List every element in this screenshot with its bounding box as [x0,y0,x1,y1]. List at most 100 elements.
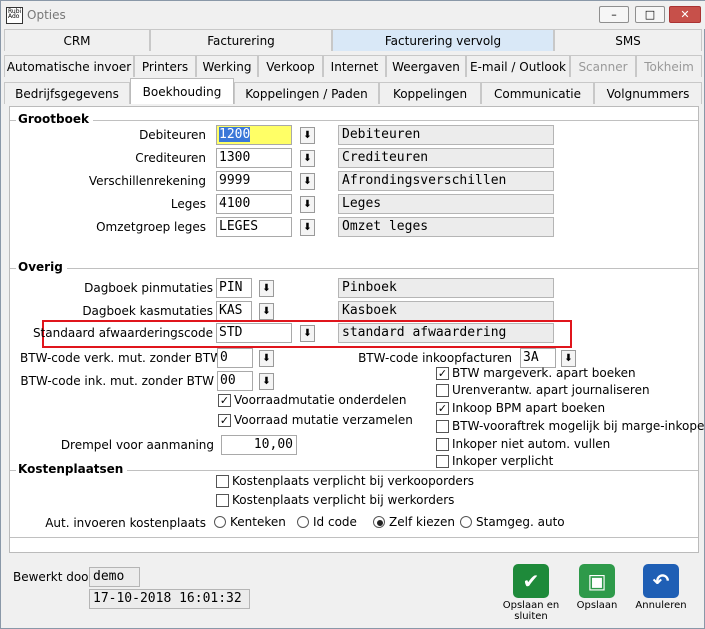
btw-margeverk-label: BTW margeverk. apart boeken [452,366,636,380]
label-dagboek-kasmutaties: Dagboek kasmutaties [82,304,213,318]
radio-id-code[interactable] [297,516,309,528]
btw-inkoop-dropdown-icon[interactable]: ⬇ [561,350,576,367]
kostenplaats-verkooporders-checkbox[interactable] [216,475,229,488]
afwaarderingscode-input[interactable]: STD [216,323,292,343]
debiteuren-code-value: 1200 [219,127,251,142]
cancel-label: Annuleren [635,600,687,611]
dagboek-kas-lookup-icon[interactable]: ⬇ [259,303,274,320]
tab-volgnummers[interactable]: Volgnummers [594,82,702,104]
leges-description: Leges [338,194,554,214]
btw-verk-dropdown-icon[interactable]: ⬇ [259,350,274,367]
boekhouding-panel: Grootboek Debiteuren 1200 ⬇ Debiteuren C… [9,106,705,553]
crediteuren-description: Crediteuren [338,148,554,168]
label-crediteuren: Crediteuren [135,151,206,165]
radio-kenteken-label: Kenteken [230,515,286,529]
tab-verkoop[interactable]: Verkoop [258,55,323,77]
crediteuren-lookup-icon[interactable]: ⬇ [300,150,315,167]
urenverantw-label: Urenverantw. apart journaliseren [452,383,650,397]
app-icon: Rubi Ado [6,7,23,24]
radio-stamgeg-auto-label: Stamgeg. auto [476,515,565,529]
dagboek-pin-description: Pinboek [338,278,554,298]
crediteuren-code-input[interactable]: 1300 [216,148,292,168]
tab-email-outlook[interactable]: E-mail / Outlook [466,55,570,77]
debiteuren-lookup-icon[interactable]: ⬇ [300,127,315,144]
radio-kenteken[interactable] [214,516,226,528]
btw-vooraftrek-checkbox[interactable] [436,420,449,433]
radio-zelf-kiezen[interactable] [373,516,385,528]
radio-stamgeg-auto[interactable] [460,516,472,528]
inkoop-bpm-checkbox[interactable]: ✓ [436,402,449,415]
label-drempel: Drempel voor aanmaning [60,438,214,452]
afwaarderingscode-description: standard afwaardering [338,323,554,343]
btw-vooraftrek-label: BTW-vooraftrek mogelijk bij marge-inkope… [452,419,705,433]
tab-werking[interactable]: Werking [196,55,258,77]
maximize-button[interactable]: □ [635,6,665,23]
label-verschillenrekening: Verschillenrekening [88,174,206,188]
close-button[interactable]: ✕ [669,6,701,23]
leges-code-input[interactable]: 4100 [216,194,292,214]
save-button[interactable]: ▣ [579,564,615,598]
label-standaard-afwaarderingscode: Standaard afwaarderingscode [32,326,213,340]
drempel-input[interactable]: 10,00 [221,435,297,455]
dagboek-kas-input[interactable]: KAS [216,301,252,321]
bewerkt-door-label: Bewerkt door [13,570,94,584]
tab-communicatie[interactable]: Communicatie [481,82,594,104]
btw-margeverk-checkbox[interactable]: ✓ [436,367,449,380]
bewerkt-door-user: demo [89,567,140,587]
label-aut-invoeren: Aut. invoeren kostenplaats [45,516,206,530]
tab-automatische-invoer[interactable]: Automatische invoer [4,55,134,77]
btw-ink-dropdown-icon[interactable]: ⬇ [259,373,274,390]
tab-weergaven[interactable]: Weergaven [386,55,466,77]
kostenplaats-werkorders-checkbox[interactable] [216,494,229,507]
tab-tokheim: Tokheim [636,55,702,77]
tab-bedrijfsgegevens[interactable]: Bedrijfsgegevens [4,82,130,104]
cancel-button[interactable]: ↶ [643,564,679,598]
inkoper-niet-vullen-checkbox[interactable] [436,438,449,451]
btw-inkoop-input[interactable]: 3A [520,348,556,368]
tab-facturering-vervolg[interactable]: Facturering vervolg [332,29,554,51]
save-close-button[interactable]: ✔ [513,564,549,598]
omzetgroep-leges-description: Omzet leges [338,217,554,237]
inkoper-verplicht-checkbox[interactable] [436,455,449,468]
label-btw-verk: BTW-code verk. mut. zonder BTW [20,351,223,365]
tab-crm[interactable]: CRM [4,29,150,51]
label-btw-inkoopfacturen: BTW-code inkoopfacturen [358,351,512,365]
voorraadmutatie-label: Voorraadmutatie onderdelen [234,393,407,407]
radio-id-code-label: Id code [313,515,357,529]
inkoper-niet-vullen-label: Inkoper niet autom. vullen [452,437,611,451]
voorraadmutatie-checkbox[interactable]: ✓ [218,394,231,407]
btw-verk-input[interactable]: 0 [217,348,253,368]
afwaarderingscode-lookup-icon[interactable]: ⬇ [300,325,315,342]
dagboek-pin-input[interactable]: PIN [216,278,252,298]
debiteuren-code-input[interactable]: 1200 [216,125,292,145]
voorraad-verzamelen-checkbox[interactable]: ✓ [218,414,231,427]
label-dagboek-pinmutaties: Dagboek pinmutaties [84,281,213,295]
minimize-button[interactable]: – [599,6,629,23]
tab-boekhouding[interactable]: Boekhouding [130,78,234,104]
bewerkt-door-date: 17-10-2018 16:01:32 [89,589,250,609]
label-omzetgroep-leges: Omzetgroep leges [96,220,206,234]
omzetgroep-leges-input[interactable]: LEGES [216,217,292,237]
check-icon: ✔ [522,569,540,593]
tab-koppelingen-paden[interactable]: Koppelingen / Paden [234,82,379,104]
group-title-overig: Overig [16,260,67,274]
group-title-grootboek: Grootboek [16,112,93,126]
dagboek-pin-lookup-icon[interactable]: ⬇ [259,280,274,297]
verschillenrekening-code-input[interactable]: 9999 [216,171,292,191]
label-debiteuren: Debiteuren [139,128,206,142]
omzetgroep-leges-lookup-icon[interactable]: ⬇ [300,219,315,236]
tab-koppelingen[interactable]: Koppelingen [379,82,481,104]
title-bar: Rubi Ado Opties – □ ✕ [1,1,705,29]
tab-printers[interactable]: Printers [134,55,196,77]
kostenplaats-werkorders-label: Kostenplaats verplicht bij werkorders [232,493,455,507]
tab-facturering[interactable]: Facturering [150,29,332,51]
tab-sms[interactable]: SMS [554,29,702,51]
tab-internet[interactable]: Internet [323,55,386,77]
urenverantw-checkbox[interactable] [436,384,449,397]
tab-scanner: Scanner [570,55,636,77]
btw-ink-input[interactable]: 00 [217,371,253,391]
floppy-disk-icon: ▣ [587,569,607,593]
leges-lookup-icon[interactable]: ⬇ [300,196,315,213]
verschillenrekening-lookup-icon[interactable]: ⬇ [300,173,315,190]
inkoper-verplicht-label: Inkoper verplicht [452,454,554,468]
